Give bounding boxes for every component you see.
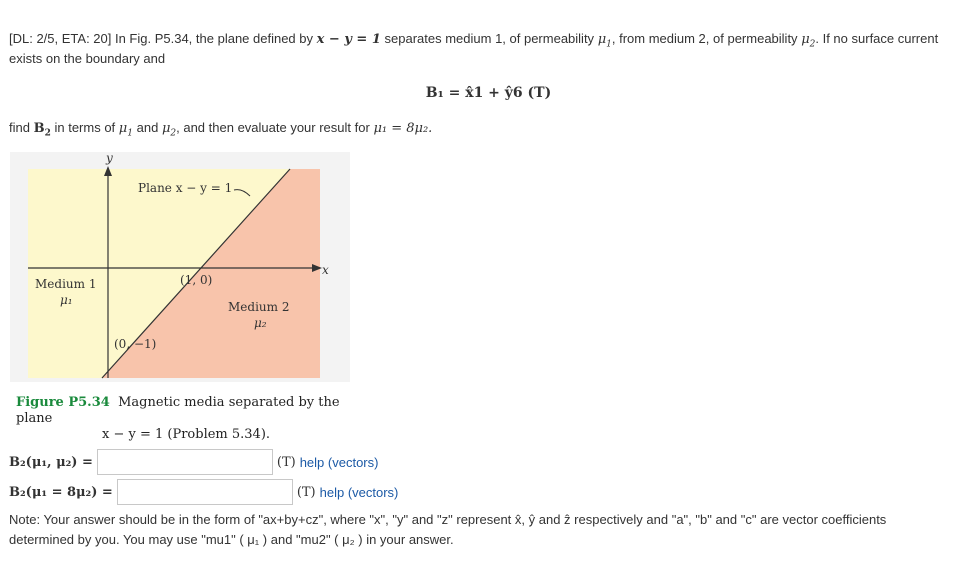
answer1-help-link[interactable]: help (vectors) bbox=[300, 455, 379, 470]
answer1-label: B₂(μ₁, μ₂) = bbox=[9, 454, 93, 470]
b2-symbol: B2 bbox=[33, 121, 51, 139]
answer-row-b2-evaluated: B₂(μ₁ = 8μ₂) = (T) help (vectors) bbox=[9, 478, 398, 506]
medium2-label: Medium 2 bbox=[228, 300, 289, 314]
b2-evaluated-input[interactable] bbox=[116, 479, 293, 505]
figure-p5-34: y x Plane x − y = 1 Medium 1 μ₁ Medium 2… bbox=[10, 151, 350, 382]
y-axis-label: y bbox=[105, 152, 113, 165]
medium2-mu-label: μ₂ bbox=[254, 316, 267, 330]
problem-statement-line2: exists on the boundary and bbox=[9, 51, 166, 66]
point-1-0-label: (1, 0) bbox=[180, 273, 212, 287]
problem-mid1: separates medium 1, of permeability bbox=[384, 31, 595, 46]
medium1-label: Medium 1 bbox=[35, 277, 96, 291]
note-line1: Note: Your answer should be in the form … bbox=[9, 512, 887, 527]
answer2-label: B₂(μ₁ = 8μ₂) = bbox=[9, 484, 113, 500]
evaluate-condition: μ₁ = 8μ₂. bbox=[373, 121, 433, 136]
answer-row-b2-general: B₂(μ₁, μ₂) = (T) help (vectors) bbox=[9, 448, 378, 476]
figure-caption: Figure P5.34 Magnetic media separated by… bbox=[16, 395, 340, 442]
find-line: find B2 in terms of μ1 and μ2, and then … bbox=[9, 120, 433, 139]
note-line2: determined by you. You may use "mu1" ( μ… bbox=[9, 532, 454, 547]
plane-label: Plane x − y = 1 bbox=[138, 181, 232, 195]
mu2-symbol: μ2 bbox=[801, 32, 816, 50]
given-equation: B₁ = x̂1 + ŷ6 (T) bbox=[425, 85, 552, 101]
figure-number: Figure P5.34 bbox=[16, 395, 110, 410]
x-axis-label: x bbox=[322, 263, 329, 277]
answer2-help-link[interactable]: help (vectors) bbox=[320, 485, 399, 500]
problem-prefix: [DL: 2/5, ETA: 20] In Fig. P5.34, the pl… bbox=[9, 31, 314, 46]
problem-mid2: , from medium 2, of permeability bbox=[611, 31, 798, 46]
mu1-symbol: μ1 bbox=[597, 32, 612, 50]
problem-end1: . If no surface current bbox=[815, 31, 939, 46]
answer1-unit: (T) bbox=[276, 454, 296, 470]
plane-equation: x − y = 1 bbox=[316, 32, 381, 47]
point-0-minus1-label: (0, −1) bbox=[114, 337, 156, 351]
medium1-mu-label: μ₁ bbox=[60, 293, 73, 307]
figure-diagram: y x Plane x − y = 1 Medium 1 μ₁ Medium 2… bbox=[28, 151, 329, 379]
b2-general-input[interactable] bbox=[96, 449, 273, 475]
answer2-unit: (T) bbox=[296, 484, 316, 500]
problem-statement-line1: [DL: 2/5, ETA: 20] In Fig. P5.34, the pl… bbox=[9, 31, 938, 50]
